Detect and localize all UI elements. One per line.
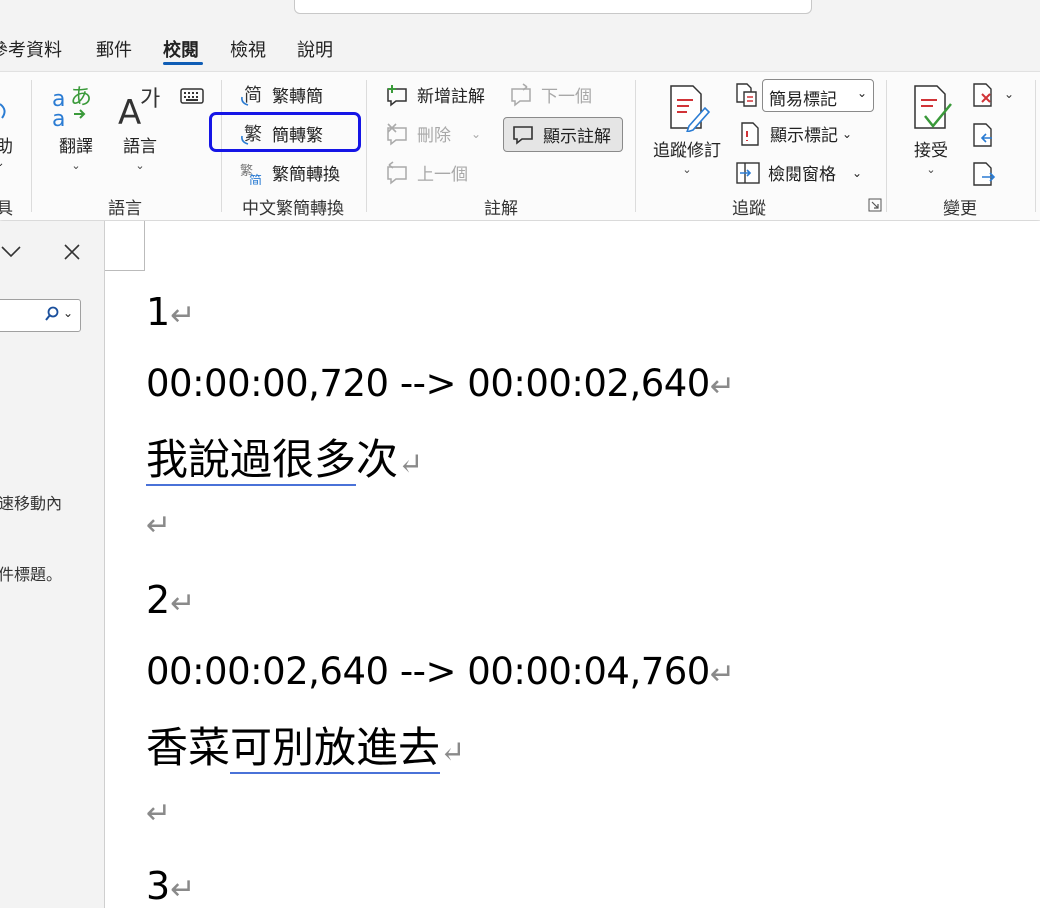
group-label-comments: 註解 — [484, 199, 518, 219]
subtitle-time-1[interactable]: 00:00:00,720 --> 00:00:02,640↵ — [146, 362, 735, 405]
show-comments-button[interactable]: 顯示註解 — [511, 122, 611, 147]
delete-comment-button[interactable]: 刪除 ⌄ — [385, 121, 481, 146]
show-markup-icon — [738, 121, 762, 146]
translate-icon: a あ a — [52, 85, 92, 128]
nav-pane-hint-line1: 速移動內 — [0, 494, 63, 513]
next-change-button[interactable] — [972, 161, 998, 187]
chinese-conversion-icon: 繁简 — [240, 161, 264, 185]
reject-icon: ⌄ — [973, 83, 1014, 107]
previous-change-button[interactable] — [972, 122, 998, 148]
svg-text:가: 가 — [140, 87, 160, 112]
navigation-search-input[interactable]: ⌄ — [0, 299, 81, 332]
new-comment-button[interactable]: 新增註解 — [385, 82, 485, 107]
subtitle-index-3[interactable]: 3↵ — [146, 864, 195, 908]
keyboard-icon[interactable] — [180, 88, 204, 104]
track-changes-button[interactable]: 追蹤修訂 ⌄ — [650, 82, 724, 176]
to-simplified-button[interactable]: 简 繁轉簡 — [240, 82, 323, 107]
reviewing-pane-button[interactable]: 檢閱窗格 ⌄ — [736, 160, 862, 185]
svg-text:⌄: ⌄ — [1004, 87, 1014, 101]
partial-button-label[interactable]: 助 — [0, 132, 13, 157]
search-icon — [44, 306, 60, 322]
svg-text:简: 简 — [249, 173, 262, 185]
title-search-box[interactable] — [294, 0, 812, 14]
chevron-down-icon: ⌄ — [0, 158, 5, 169]
accept-icon — [914, 85, 952, 129]
previous-comment-button[interactable]: 上一個 — [385, 160, 468, 185]
svg-text:a: a — [52, 107, 65, 128]
tab-mailings[interactable]: 郵件 — [96, 36, 132, 62]
chinese-conversion-button[interactable]: 繁简 繁簡轉換 — [240, 160, 340, 186]
accept-button[interactable]: 接受 ⌄ — [906, 82, 956, 176]
chevron-down-icon: ⌄ — [926, 163, 936, 176]
tab-references[interactable]: 參考資料 — [0, 36, 62, 62]
document-page[interactable] — [105, 221, 1040, 908]
next-comment-button[interactable]: 下一個 — [509, 82, 592, 107]
language-icon: A 가 — [118, 87, 160, 128]
language-button[interactable]: A 가 語言 ⌄ — [116, 82, 164, 172]
previous-change-icon — [973, 123, 992, 147]
tab-help[interactable]: 說明 — [297, 36, 333, 62]
empty-paragraph-2[interactable]: ↵ — [146, 788, 171, 832]
subtitle-index-2[interactable]: 2↵ — [146, 578, 195, 622]
chevron-down-icon: ⌄ — [856, 86, 867, 100]
svg-text:あ: あ — [70, 85, 92, 110]
delete-comment-icon — [385, 122, 409, 146]
highlight-annotation-box — [209, 112, 361, 152]
group-label-language: 語言 — [108, 199, 142, 219]
markup-options-icon — [734, 82, 758, 108]
empty-paragraph-1[interactable]: ↵ — [146, 500, 171, 544]
close-icon[interactable] — [63, 243, 81, 261]
next-comment-icon — [509, 82, 533, 107]
ribbon: 助 ⌄ 具 a あ a 翻譯 ⌄ A 가 語言 ⌄ 語言 简 繁轉簡 繁 簡轉繁… — [0, 71, 1040, 220]
dialog-launcher-icon[interactable] — [868, 198, 882, 212]
group-label-changes: 變更 — [943, 199, 977, 219]
group-label-tools: 具 — [0, 199, 13, 219]
next-change-icon — [973, 162, 996, 186]
chevron-down-icon: ⌄ — [135, 159, 145, 172]
chevron-down-icon: ⌄ — [842, 126, 853, 141]
tab-view[interactable]: 檢視 — [230, 36, 266, 62]
comment-icon — [511, 123, 535, 147]
svg-text:简: 简 — [244, 85, 262, 106]
group-label-chinese-conversion: 中文繁簡轉換 — [242, 199, 344, 219]
traditional-to-simplified-icon: 简 — [240, 83, 264, 107]
chevron-down-icon[interactable] — [0, 243, 24, 261]
svg-text:A: A — [118, 93, 141, 128]
reject-button[interactable]: ⌄ — [972, 82, 1020, 108]
markup-display-select[interactable]: 簡易標記 ⌄ — [762, 79, 874, 112]
show-markup-button[interactable]: 顯示標記 ⌄ — [738, 121, 852, 146]
previous-comment-icon — [385, 160, 409, 185]
tab-review[interactable]: 校閱 — [163, 36, 199, 62]
new-comment-icon — [385, 83, 409, 107]
chevron-down-icon: ⌄ — [682, 163, 692, 176]
chevron-down-icon: ⌄ — [71, 159, 81, 172]
page-corner-mark — [105, 221, 145, 271]
chevron-down-icon: ⌄ — [471, 126, 482, 141]
subtitle-index-1[interactable]: 1↵ — [146, 290, 195, 334]
subtitle-time-2[interactable]: 00:00:02,640 --> 00:00:04,760↵ — [146, 650, 735, 693]
chevron-down-icon: ⌄ — [852, 165, 863, 180]
reviewing-pane-icon — [736, 161, 760, 185]
partial-icon — [0, 102, 10, 122]
translate-button[interactable]: a あ a 翻譯 ⌄ — [50, 82, 102, 172]
active-tab-indicator — [163, 62, 203, 65]
subtitle-text-2[interactable]: 香菜可別放進去↵ — [146, 714, 465, 775]
subtitle-text-1[interactable]: 我說過很多次↵ — [146, 426, 423, 487]
track-changes-icon — [670, 85, 711, 132]
group-label-tracking: 追蹤 — [732, 199, 766, 219]
nav-pane-hint-line2: 件標題。 — [0, 565, 63, 584]
chevron-down-icon[interactable]: ⌄ — [63, 306, 73, 320]
